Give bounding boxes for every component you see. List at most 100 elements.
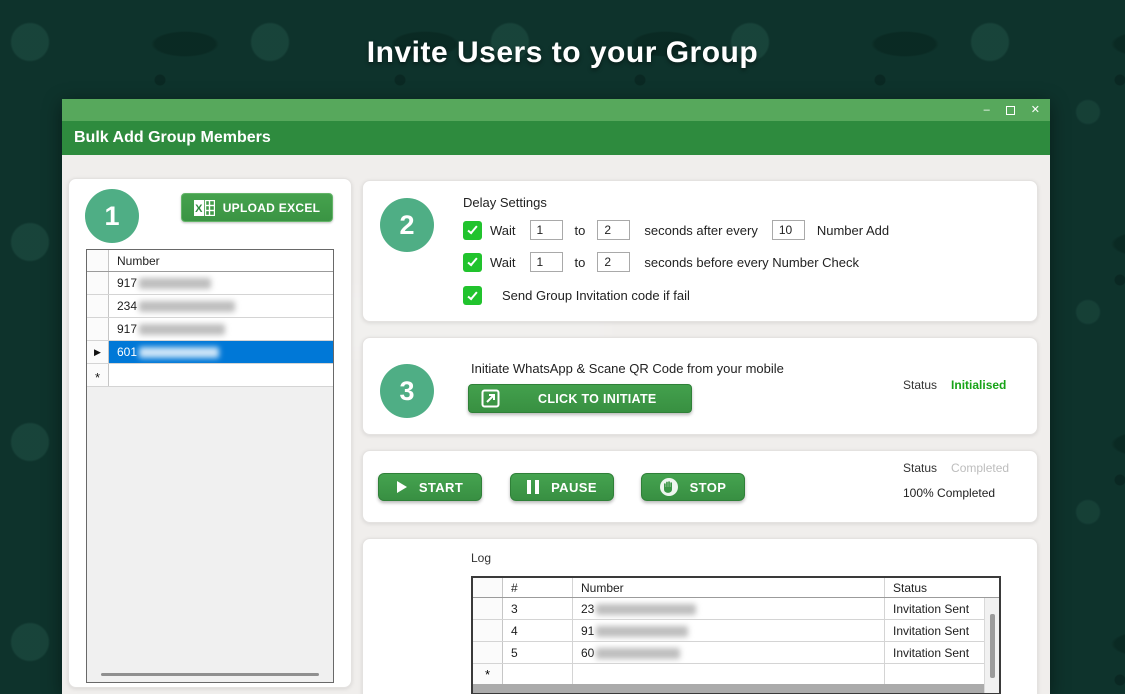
numbers-grid-header: Number (87, 250, 333, 272)
step2-badge: 2 (380, 198, 434, 252)
selected-row-arrow-icon: ▶ (94, 347, 101, 358)
grid-row-selected[interactable]: ▶ 601 (87, 341, 333, 364)
page-title: Invite Users to your Group (0, 36, 1125, 70)
upload-excel-button[interactable]: X UPLOAD EXCEL (181, 193, 333, 222)
number-count-input[interactable] (772, 220, 805, 240)
number-prefix: 917 (117, 322, 137, 336)
grid-column-header-number[interactable]: Number (109, 250, 333, 271)
play-icon (397, 481, 407, 493)
status-label: Status (903, 378, 937, 392)
check-icon (467, 289, 477, 300)
number-prefix: 601 (117, 345, 137, 359)
delay-settings-title: Delay Settings (463, 195, 547, 210)
numbers-grid: Number 917 234 917 ▶ 601 (86, 249, 334, 683)
window-body: 1 X UPLOAD EXCEL Number (62, 155, 1050, 694)
log-number-prefix: 91 (581, 624, 594, 638)
click-to-initiate-label: CLICK TO INITIATE (538, 392, 657, 406)
wait-before-max-input[interactable] (597, 252, 630, 272)
log-column-num[interactable]: # (503, 578, 573, 597)
log-row[interactable]: 3 23 Invitation Sent (473, 598, 999, 620)
grid-new-row[interactable]: * (87, 364, 333, 387)
controls-panel: START PAUSE (362, 450, 1038, 523)
wait-max-input[interactable] (597, 220, 630, 240)
click-to-initiate-button[interactable]: CLICK TO INITIATE (468, 384, 692, 413)
stop-label: STOP (690, 480, 727, 495)
log-title: Log (471, 551, 491, 565)
start-button[interactable]: START (378, 473, 482, 501)
delay-row-3: Send Group Invitation code if fail (463, 286, 690, 305)
log-column-status[interactable]: Status (885, 578, 999, 597)
app-window: – ✕ Bulk Add Group Members 1 X UPLOAD EX… (62, 99, 1050, 694)
grid-row[interactable]: 234 (87, 295, 333, 318)
log-cell-num: 3 (503, 598, 573, 619)
log-cell-num: 5 (503, 642, 573, 663)
send-invitation-checkbox[interactable] (463, 286, 482, 305)
log-column-number[interactable]: Number (573, 578, 885, 597)
step1-badge: 1 (85, 189, 139, 243)
new-row-marker-icon: * (473, 664, 503, 685)
log-row-header (473, 642, 503, 663)
log-corner-cell (473, 578, 503, 597)
stop-hand-icon (660, 478, 678, 496)
log-panel: Log # Number Status 3 23 Invitation Sent… (362, 538, 1038, 694)
log-vertical-scrollbar[interactable] (984, 598, 999, 693)
upload-excel-label: UPLOAD EXCEL (223, 201, 321, 215)
to-label: to (575, 223, 586, 238)
check-icon (467, 256, 477, 267)
step3-panel: 3 Initiate WhatsApp & Scane QR Code from… (362, 337, 1038, 435)
send-invitation-label: Send Group Invitation code if fail (502, 288, 690, 303)
step3-badge: 3 (380, 364, 434, 418)
minimize-button[interactable]: – (984, 105, 990, 116)
svg-text:X: X (195, 203, 203, 215)
step1-panel: 1 X UPLOAD EXCEL Number (68, 178, 352, 688)
grid-row[interactable]: 917 (87, 272, 333, 295)
wait-after-add-checkbox[interactable] (463, 221, 482, 240)
log-number-prefix: 23 (581, 602, 594, 616)
close-button[interactable]: ✕ (1031, 105, 1040, 116)
grid-row-header-arrow: ▶ (87, 341, 109, 363)
pause-label: PAUSE (551, 480, 597, 495)
window-titlebar: – ✕ (62, 99, 1050, 121)
wait-min-input[interactable] (530, 220, 563, 240)
maximize-button[interactable] (1006, 106, 1015, 115)
new-row-marker-icon: * (87, 364, 109, 386)
log-row[interactable]: 5 60 Invitation Sent (473, 642, 999, 664)
grid-horizontal-scrollbar[interactable] (101, 673, 319, 676)
start-label: START (419, 480, 463, 495)
number-prefix: 917 (117, 276, 137, 290)
log-row[interactable]: 4 91 Invitation Sent (473, 620, 999, 642)
wait-label: Wait (490, 223, 516, 238)
grid-row-header (87, 272, 109, 294)
progress-text: 100% Completed (903, 486, 995, 500)
window-header-title: Bulk Add Group Members (74, 129, 271, 147)
log-new-row[interactable]: * (473, 664, 999, 686)
stop-button[interactable]: STOP (641, 473, 745, 501)
status-label: Status (903, 461, 937, 475)
blur-redaction (139, 278, 211, 289)
pause-button[interactable]: PAUSE (510, 473, 614, 501)
log-table-header: # Number Status (473, 578, 999, 598)
initiate-instruction: Initiate WhatsApp & Scane QR Code from y… (471, 361, 784, 376)
grid-corner-cell (87, 250, 109, 271)
log-row-header (473, 598, 503, 619)
log-row-header (473, 620, 503, 641)
log-cell-num: 4 (503, 620, 573, 641)
pause-icon (527, 480, 539, 494)
log-vertical-scrollbar-thumb[interactable] (990, 614, 995, 678)
maximize-icon (1006, 106, 1015, 115)
grid-row-header (87, 295, 109, 317)
grid-row[interactable]: 917 (87, 318, 333, 341)
to-label: to (575, 255, 586, 270)
seconds-before-label: seconds before every Number Check (644, 255, 859, 270)
check-icon (467, 224, 477, 235)
log-horizontal-scrollbar[interactable] (473, 684, 984, 694)
wait-before-min-input[interactable] (530, 252, 563, 272)
blur-redaction (139, 347, 219, 358)
log-table: # Number Status 3 23 Invitation Sent 4 9… (471, 576, 1001, 694)
log-cell-status: Invitation Sent (885, 642, 999, 663)
delay-row-1: Wait to seconds after every Number Add (463, 220, 889, 240)
blur-redaction (139, 301, 235, 312)
blur-redaction (596, 626, 688, 637)
log-cell-status: Invitation Sent (885, 598, 999, 619)
wait-before-check-checkbox[interactable] (463, 253, 482, 272)
